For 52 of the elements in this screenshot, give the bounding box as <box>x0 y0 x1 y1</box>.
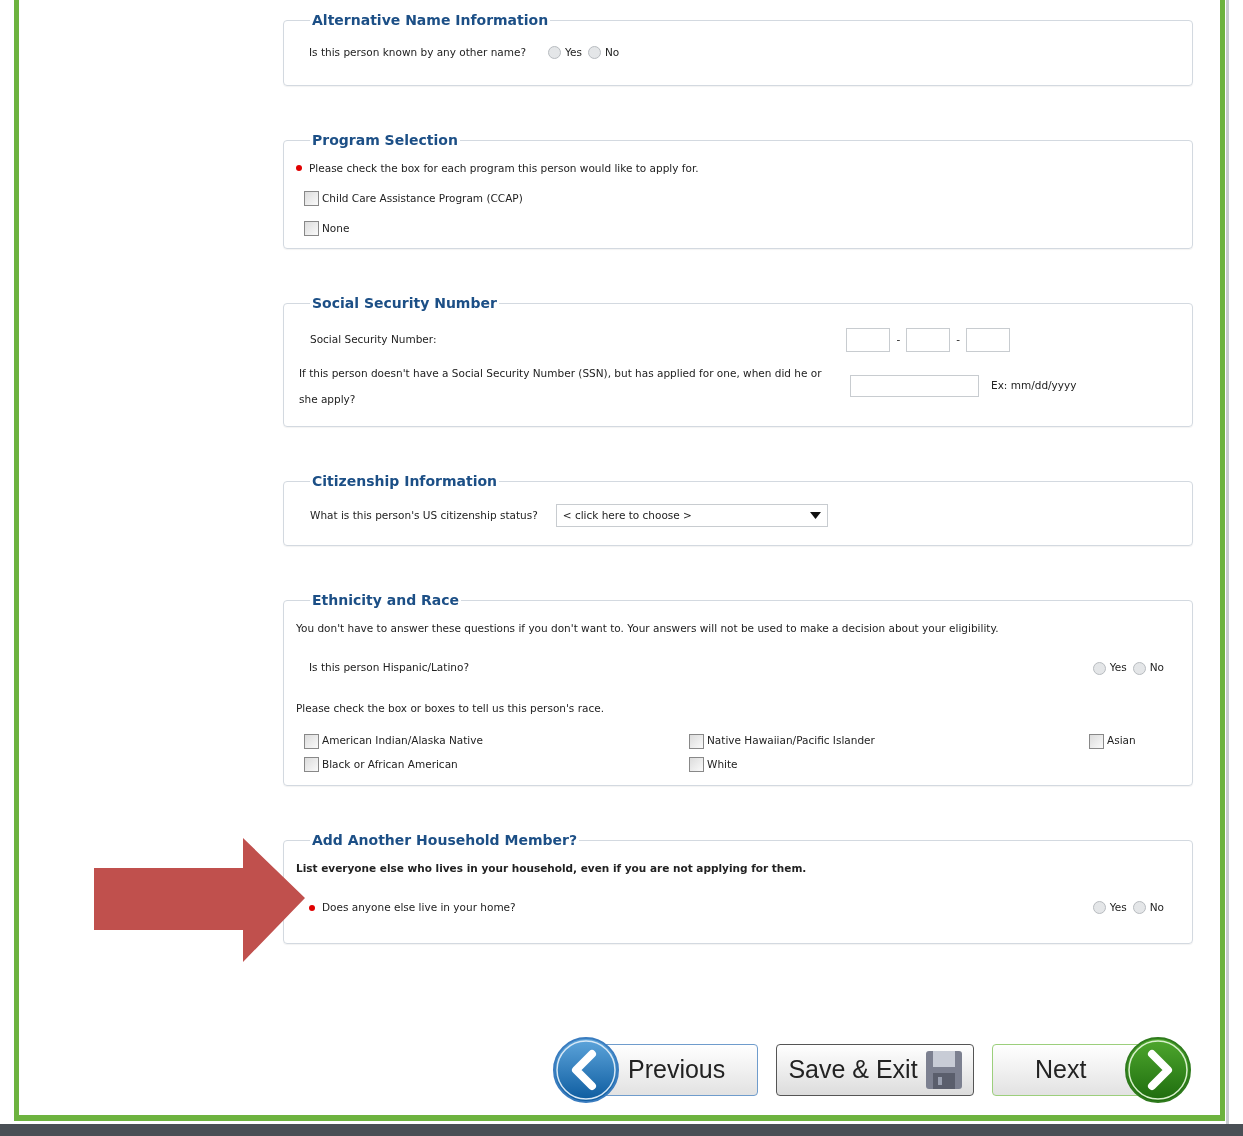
checkbox[interactable] <box>1089 733 1104 749</box>
section-title: Social Security Number <box>311 294 498 314</box>
radio-button[interactable] <box>1132 901 1146 915</box>
radio-button[interactable] <box>587 46 601 60</box>
radio-button[interactable] <box>1092 661 1106 675</box>
separator-text: - <box>956 332 960 348</box>
radio-label: No <box>1149 660 1164 676</box>
radio-label: Yes <box>1109 660 1127 676</box>
checkbox[interactable] <box>304 220 319 236</box>
instruction-text: List everyone else who lives in your household, even if you are not applying for them. <box>296 860 807 876</box>
instruction-text: Please check the box for each program this person would like to apply for. <box>309 160 699 176</box>
checkbox-label: Native Hawaiian/Pacific Islander <box>707 733 875 749</box>
radio-label: No <box>604 45 620 60</box>
save-exit-button[interactable]: Save & Exit <box>776 1044 974 1096</box>
date-input-field[interactable] <box>850 375 979 398</box>
radio-label: Yes <box>565 45 582 60</box>
separator-text: - <box>896 332 901 348</box>
checkbox[interactable] <box>304 191 319 207</box>
hint-text: Ex: mm/dd/yyyy <box>991 378 1077 394</box>
radio-button[interactable] <box>548 46 561 60</box>
section-title: Citizenship Information <box>311 472 499 492</box>
field-label: What is this person's US citizenship status? <box>310 507 538 523</box>
ssn-input-field[interactable] <box>846 328 891 353</box>
section-title: Ethnicity and Race <box>311 591 461 611</box>
question-text: Is this person known by any other name? <box>309 45 526 60</box>
question-text: Does anyone else live in your home? <box>322 899 516 915</box>
radio-label: Yes <box>1109 899 1127 915</box>
question-text: Is this person Hispanic/Latino? <box>309 660 469 676</box>
radio-button[interactable] <box>1132 661 1146 675</box>
instruction-text: You don't have to answer these questions if you don't want to. Your answers will not be used to make a decision about your eligibility. <box>296 621 999 637</box>
citizenship-dropdown[interactable]: < click here to choose > <box>555 504 828 528</box>
ssn-input-field[interactable] <box>966 328 1010 353</box>
checkbox-label: White <box>707 757 738 772</box>
checkbox-label: Black or African American <box>322 757 458 772</box>
section-title: Alternative Name Information <box>311 11 550 30</box>
dropdown-caret-icon <box>809 512 821 520</box>
checkbox-label: American Indian/Alaska Native <box>322 733 483 749</box>
ssn-input-field[interactable] <box>906 328 951 353</box>
checkbox[interactable] <box>304 733 319 749</box>
radio-label: No <box>1149 899 1164 915</box>
checkbox[interactable] <box>304 757 319 773</box>
checkbox-label: None <box>322 220 350 236</box>
section-title: Program Selection <box>311 130 459 150</box>
section-title: Add Another Household Member? <box>311 830 579 850</box>
checkbox[interactable] <box>689 757 704 773</box>
field-label: If this person doesn't have a Social Security Number (SSN), but has applied for one, when did he or she apply? <box>299 366 823 408</box>
instruction-text: Please check the box or boxes to tell us this person's race. <box>296 701 604 717</box>
checkbox-label: Asian <box>1107 733 1136 749</box>
checkbox-label: Child Care Assistance Program (CCAP) <box>322 190 523 206</box>
checkbox[interactable] <box>689 733 704 749</box>
radio-button[interactable] <box>1092 901 1106 915</box>
field-label: Social Security Number: <box>310 332 437 348</box>
